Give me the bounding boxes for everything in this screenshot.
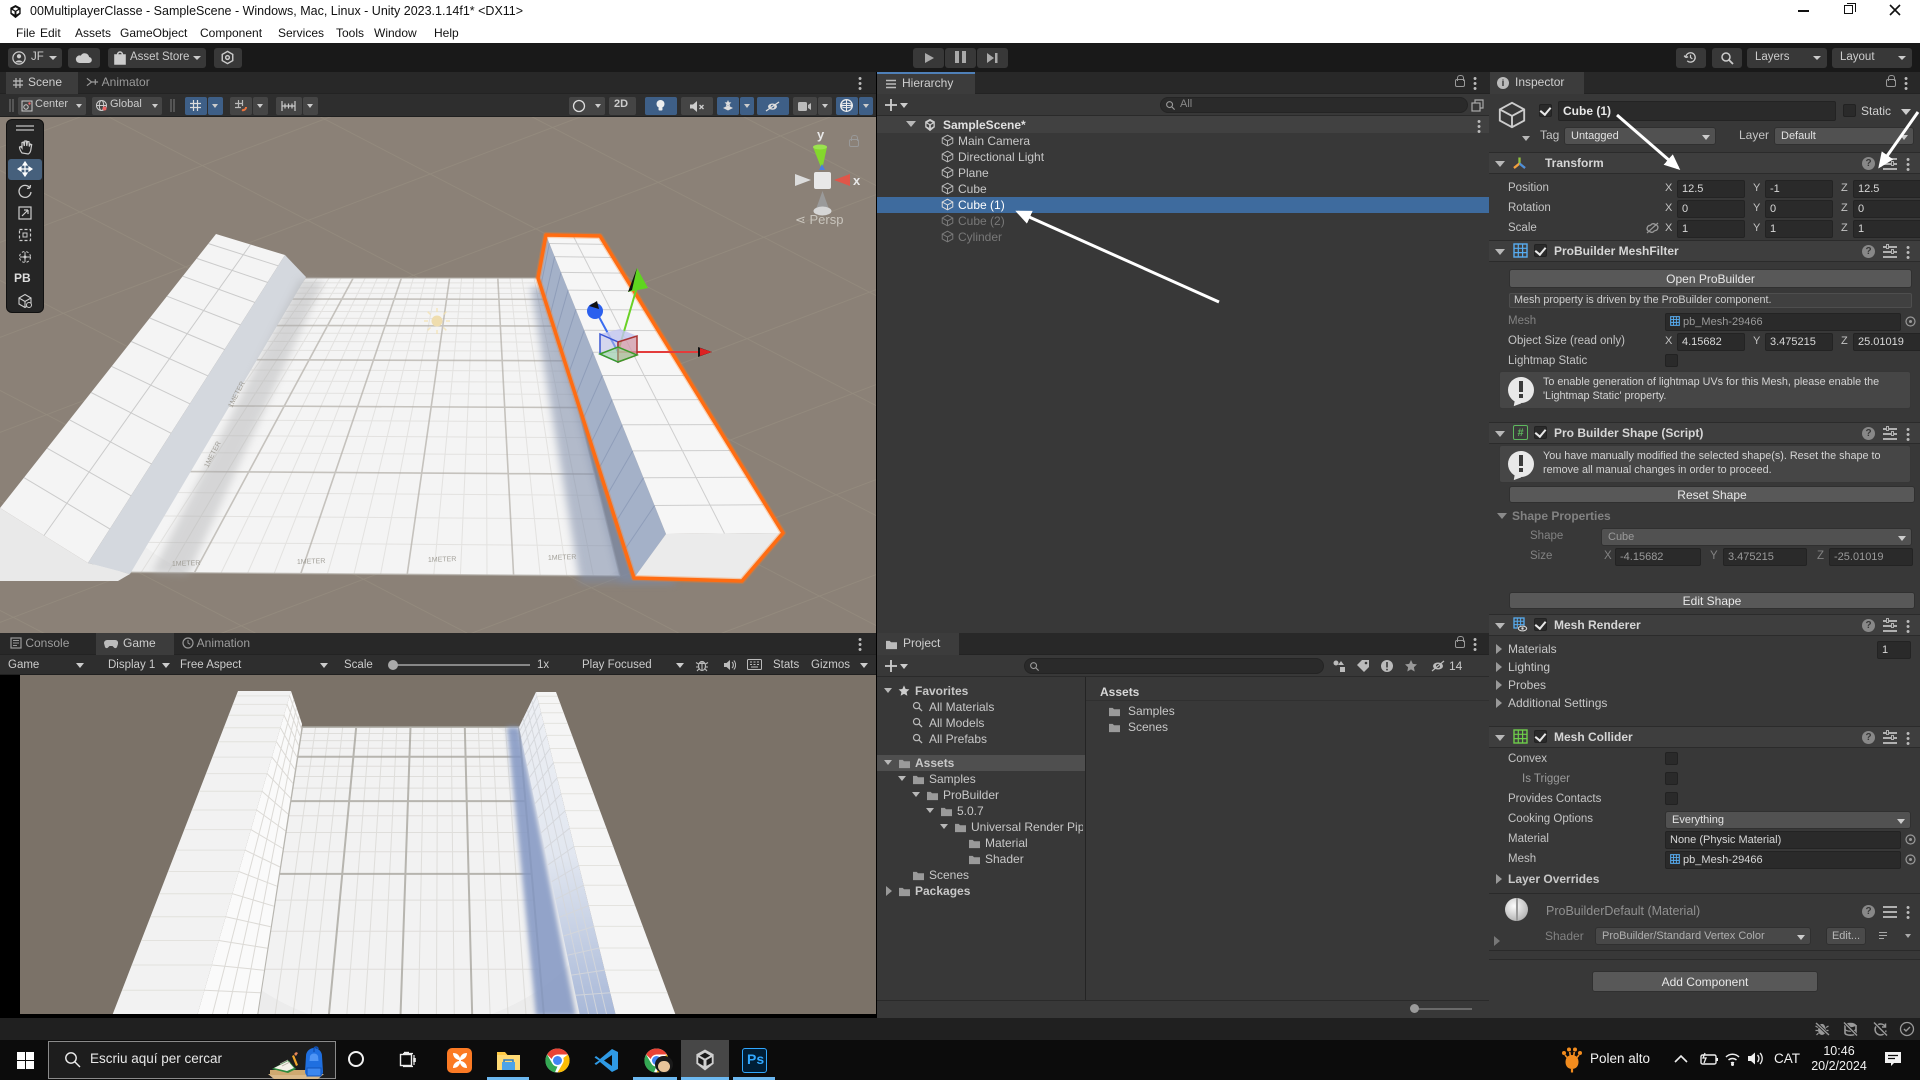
svg-text:1METER: 1METER [428, 556, 457, 564]
svg-text:y: y [817, 127, 825, 142]
svg-text:x: x [853, 173, 861, 188]
svg-text:1METER: 1METER [172, 560, 201, 568]
svg-text:1METER: 1METER [548, 554, 577, 562]
svg-text:1METER: 1METER [297, 558, 326, 566]
